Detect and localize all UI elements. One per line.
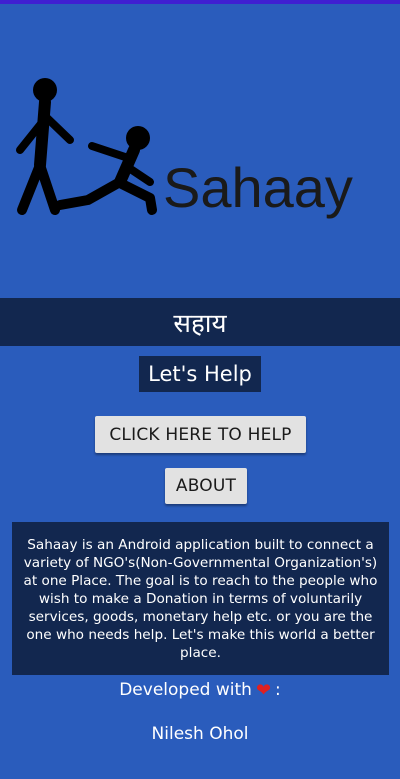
helping-figures-icon: Sahaay	[16, 78, 353, 219]
app-logo: Sahaay	[0, 70, 400, 230]
click-here-to-help-button[interactable]: CLICK HERE TO HELP	[95, 416, 306, 453]
app-description: Sahaay is an Android application built t…	[12, 522, 389, 675]
tagline: Let's Help	[139, 356, 261, 392]
status-bar-accent	[0, 0, 400, 4]
developed-with-line: Developed with ❤ :	[0, 676, 400, 704]
hindi-title: सहाय	[173, 309, 227, 339]
author-name: Nilesh Ohol	[151, 724, 249, 744]
developed-with-suffix: :	[275, 680, 281, 700]
logo-text: Sahaay	[163, 156, 353, 219]
hindi-title-band: सहाय	[0, 298, 400, 346]
developed-with-label: Developed with	[119, 680, 252, 700]
about-button[interactable]: ABOUT	[165, 468, 247, 504]
heart-icon: ❤	[255, 679, 272, 701]
